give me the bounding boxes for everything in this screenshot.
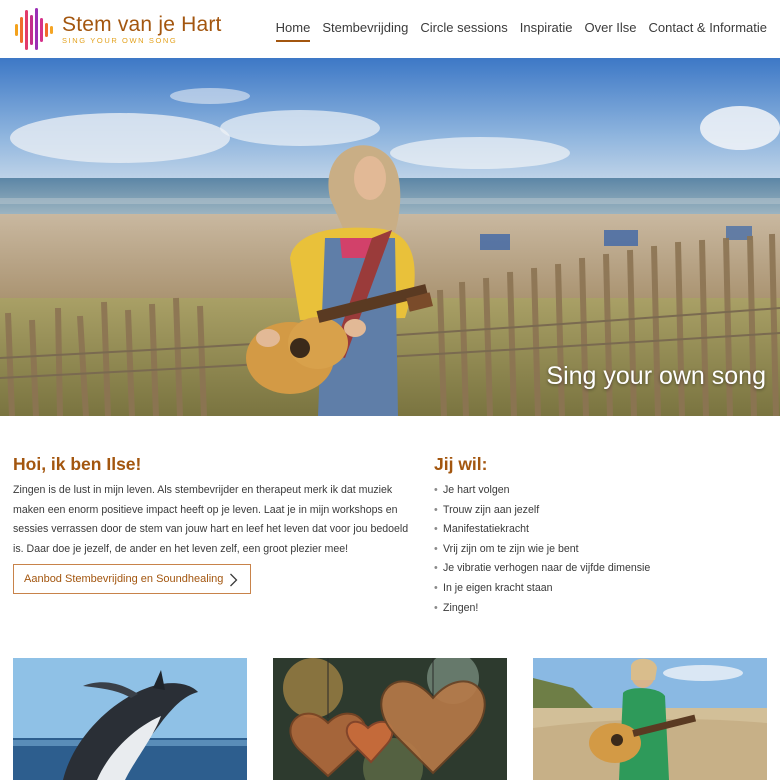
list-item: • In je eigen kracht staan: [434, 579, 764, 599]
bullet-icon: •: [434, 484, 438, 496]
wishes-list: • Je hart volgen • Trouw zijn aan jezelf •…: [434, 481, 764, 618]
nav-item-over-ilse[interactable]: Over Ilse: [584, 20, 636, 42]
card-whale[interactable]: [13, 658, 247, 780]
bullet-icon: •: [434, 542, 438, 555]
brand-subtitle: SING YOUR OWN SONG: [62, 36, 178, 45]
nav-item-inspiratie[interactable]: Inspiratie: [520, 20, 573, 42]
hero-tagline: Sing your own song: [546, 362, 766, 390]
sound-wave-logo-icon: [15, 8, 53, 50]
aanbod-button[interactable]: Aanbod Stembevrijding en Soundhealing: [13, 564, 251, 594]
nav-item-circle-sessions[interactable]: Circle sessions: [420, 20, 507, 42]
nav-item-home[interactable]: Home: [275, 20, 311, 42]
whale-image: [13, 658, 247, 780]
list-item: • Je vibratie verhogen naar de vijfde dim…: [434, 559, 764, 579]
card-beach-guitar[interactable]: [533, 658, 767, 780]
intro-section: Hoi, ik ben Ilse! Zingen is de lust in m…: [13, 454, 413, 559]
nav-item-contact[interactable]: Contact & Informatie: [649, 20, 768, 42]
wishes-heading: Jij wil:: [434, 454, 488, 474]
brand-logo[interactable]: Stem van je Hart SING YOUR OWN SONG: [12, 6, 222, 52]
chevron-right-icon: [230, 573, 238, 587]
list-item: • Trouw zijn aan jezelf: [434, 501, 764, 521]
bullet-icon: •: [434, 503, 438, 516]
bullet-icon: •: [434, 581, 438, 594]
bullet-icon: •: [434, 562, 438, 575]
wishes-section: Jij wil: • Je hart volgen • Trouw zijn aan…: [434, 454, 764, 618]
list-item: • Zingen!: [434, 599, 764, 619]
intro-text: Zingen is de lust in mijn leven. Als ste…: [13, 484, 409, 555]
list-item: • Manifestatiekracht: [434, 520, 764, 540]
site-header: Stem van je Hart SING YOUR OWN SONG Home…: [0, 0, 780, 58]
hearts-image: [273, 658, 507, 780]
beach-guitar-image: [533, 658, 767, 780]
card-hearts[interactable]: [273, 658, 507, 780]
hero-banner: Sing your own song: [0, 58, 780, 416]
main-nav: Home Stembevrijding Circle sessions Insp…: [264, 20, 767, 42]
list-item: • Vrij zijn om te zijn wie je bent: [434, 540, 764, 560]
brand-title: Stem van je Hart: [62, 13, 222, 36]
list-item: • Je hart volgen: [434, 481, 764, 501]
aanbod-button-label: Aanbod Stembevrijding en Soundhealing: [24, 573, 224, 585]
bullet-icon: •: [434, 601, 438, 614]
intro-heading: Hoi, ik ben Ilse!: [13, 454, 142, 474]
nav-item-stembevrijding[interactable]: Stembevrijding: [322, 20, 408, 42]
bullet-icon: •: [434, 523, 438, 536]
